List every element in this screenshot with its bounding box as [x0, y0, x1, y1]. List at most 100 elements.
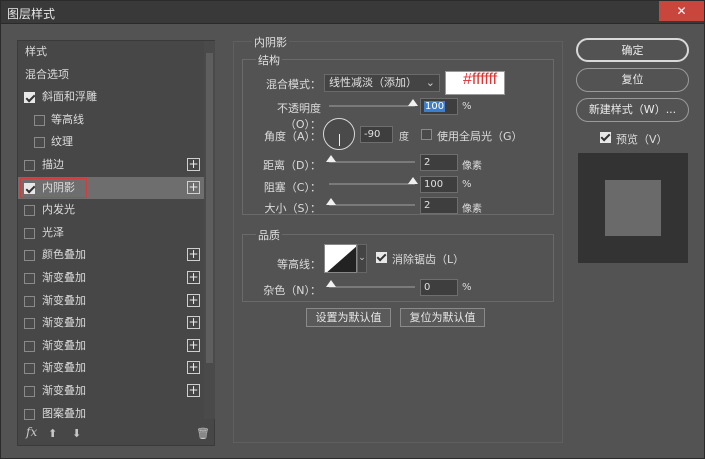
choke-slider-thumb[interactable]: [408, 177, 418, 184]
style-checkbox[interactable]: [24, 340, 35, 352]
noise-label: 杂色（N）：: [263, 284, 321, 297]
opacity-input[interactable]: 100: [420, 98, 458, 115]
style-checkbox[interactable]: [24, 92, 35, 104]
add-style-plus-icon[interactable]: +: [187, 293, 200, 307]
selection-highlight-box: [20, 177, 87, 198]
opacity-slider-thumb[interactable]: [408, 99, 418, 106]
style-checkbox[interactable]: [24, 205, 35, 217]
reset-button[interactable]: 复位: [576, 68, 689, 92]
contour-dropdown-chevron-icon[interactable]: ⌄: [357, 244, 367, 273]
reset-to-default-button[interactable]: 复位为默认值: [400, 308, 485, 327]
style-checkbox[interactable]: [24, 227, 35, 239]
style-list-item[interactable]: 图案叠加: [18, 403, 204, 425]
scrollbar-thumb[interactable]: [206, 53, 213, 363]
add-style-plus-icon[interactable]: +: [187, 271, 200, 284]
choke-label: 阻塞（C）：: [263, 181, 321, 194]
add-style-plus-icon[interactable]: +: [187, 384, 200, 397]
choke-slider[interactable]: [329, 177, 418, 185]
distance-slider-thumb[interactable]: [326, 155, 336, 162]
style-list-item[interactable]: 内发光: [18, 199, 204, 221]
style-list-item[interactable]: 渐变叠加 +: [18, 380, 204, 402]
style-checkbox[interactable]: [24, 273, 35, 284]
blend-mode-select[interactable]: 线性减淡（添加） ⌄: [324, 74, 440, 92]
style-list-item[interactable]: 渐变叠加 +: [18, 267, 204, 289]
trash-icon[interactable]: 🗑: [196, 427, 210, 440]
style-checkbox[interactable]: [24, 250, 35, 262]
style-list-item[interactable]: 样式: [18, 41, 204, 63]
new-style-button[interactable]: 新建样式（W）...: [576, 98, 689, 122]
style-list-item[interactable]: 渐变叠加 +: [18, 312, 204, 334]
add-style-plus-icon[interactable]: +: [187, 361, 200, 375]
angle-input[interactable]: -90: [360, 126, 393, 143]
add-style-plus-icon[interactable]: +: [187, 180, 200, 194]
antialias-checkbox[interactable]: [376, 252, 387, 263]
noise-slider[interactable]: [326, 280, 415, 288]
quality-title: 品质: [256, 227, 282, 243]
color-hex-annotation: #ffffff: [463, 71, 498, 88]
angle-dial[interactable]: [323, 118, 355, 150]
global-light-checkbox[interactable]: [421, 129, 432, 140]
style-checkbox[interactable]: [24, 386, 35, 397]
styles-list-panel: 样式 混合选项 斜面和浮雕 等高线 纹理 描边 + 内阴影 + 内发光 光泽 颜色叠加 + 渐变叠加 + 渐变…: [17, 40, 215, 446]
style-checkbox[interactable]: [34, 137, 45, 149]
style-item-label: 斜面和浮雕: [42, 90, 97, 104]
contour-preview[interactable]: [324, 244, 357, 273]
structure-title: 结构: [256, 52, 282, 68]
style-list-item[interactable]: 纹理: [18, 131, 204, 153]
style-preview-swatch: [605, 180, 661, 236]
style-checkbox[interactable]: [34, 114, 45, 126]
add-style-plus-icon[interactable]: +: [187, 158, 200, 171]
style-preview-box: [578, 153, 688, 263]
blend-mode-value: 线性减淡（添加）: [329, 76, 417, 89]
move-down-icon[interactable]: ⬇: [72, 427, 81, 440]
style-list-item[interactable]: 内阴影 +: [18, 176, 204, 199]
style-item-label: 样式: [25, 45, 47, 58]
distance-slider[interactable]: [326, 155, 415, 163]
style-list-item[interactable]: 渐变叠加 +: [18, 335, 204, 357]
ok-button[interactable]: 确定: [576, 38, 689, 62]
style-list-item[interactable]: 描边 +: [18, 154, 204, 176]
style-list-item[interactable]: 渐变叠加 +: [18, 357, 204, 379]
style-item-label: 描边: [42, 158, 64, 171]
noise-input[interactable]: 0: [420, 279, 458, 296]
layer-style-dialog: 图层样式 ✕ 样式 混合选项 斜面和浮雕 等高线 纹理 描边 + 内阴影 + 内发光 光泽 颜色叠加 +…: [0, 0, 705, 459]
style-item-label: 渐变叠加: [42, 316, 86, 330]
style-list-item[interactable]: 光泽: [18, 222, 204, 244]
add-style-plus-icon[interactable]: +: [187, 316, 200, 330]
opacity-slider[interactable]: [329, 99, 418, 107]
move-up-icon[interactable]: ⬆: [48, 427, 57, 440]
distance-input[interactable]: 2: [420, 154, 458, 171]
style-list-item[interactable]: 渐变叠加 +: [18, 290, 204, 312]
noise-slider-thumb[interactable]: [326, 280, 336, 287]
close-button[interactable]: ✕: [659, 1, 704, 21]
window-title: 图层样式: [7, 7, 56, 21]
add-style-plus-icon[interactable]: +: [187, 248, 200, 262]
fx-icon[interactable]: fx: [26, 425, 37, 439]
style-list-item[interactable]: 颜色叠加 +: [18, 244, 204, 266]
style-list-item[interactable]: 混合选项: [18, 64, 204, 86]
chevron-down-icon: ⌄: [425, 76, 435, 89]
style-checkbox[interactable]: [24, 408, 35, 420]
size-input[interactable]: 2: [420, 197, 458, 214]
size-label: 大小（S）：: [264, 202, 321, 215]
antialias-label: 消除锯齿（L）: [392, 253, 465, 266]
style-list-item[interactable]: 斜面和浮雕: [18, 86, 204, 108]
style-item-label: 内发光: [42, 203, 75, 217]
style-item-label: 渐变叠加: [42, 361, 86, 375]
style-list-item[interactable]: 等高线: [18, 109, 204, 131]
title-bar: 图层样式 ✕: [1, 1, 704, 24]
style-checkbox[interactable]: [24, 295, 35, 307]
size-slider[interactable]: [326, 198, 415, 206]
style-checkbox[interactable]: [24, 363, 35, 375]
style-checkbox[interactable]: [24, 160, 35, 171]
style-item-label: 纹理: [51, 135, 73, 149]
choke-input[interactable]: 100: [420, 176, 458, 193]
set-as-default-button[interactable]: 设置为默认值: [306, 308, 391, 327]
style-checkbox[interactable]: [24, 318, 35, 330]
size-unit: 像素: [462, 204, 482, 215]
preview-checkbox[interactable]: [600, 132, 611, 143]
size-slider-thumb[interactable]: [326, 198, 336, 205]
add-style-plus-icon[interactable]: +: [187, 338, 200, 352]
styles-scrollbar[interactable]: [204, 41, 215, 419]
style-item-label: 颜色叠加: [42, 248, 86, 262]
